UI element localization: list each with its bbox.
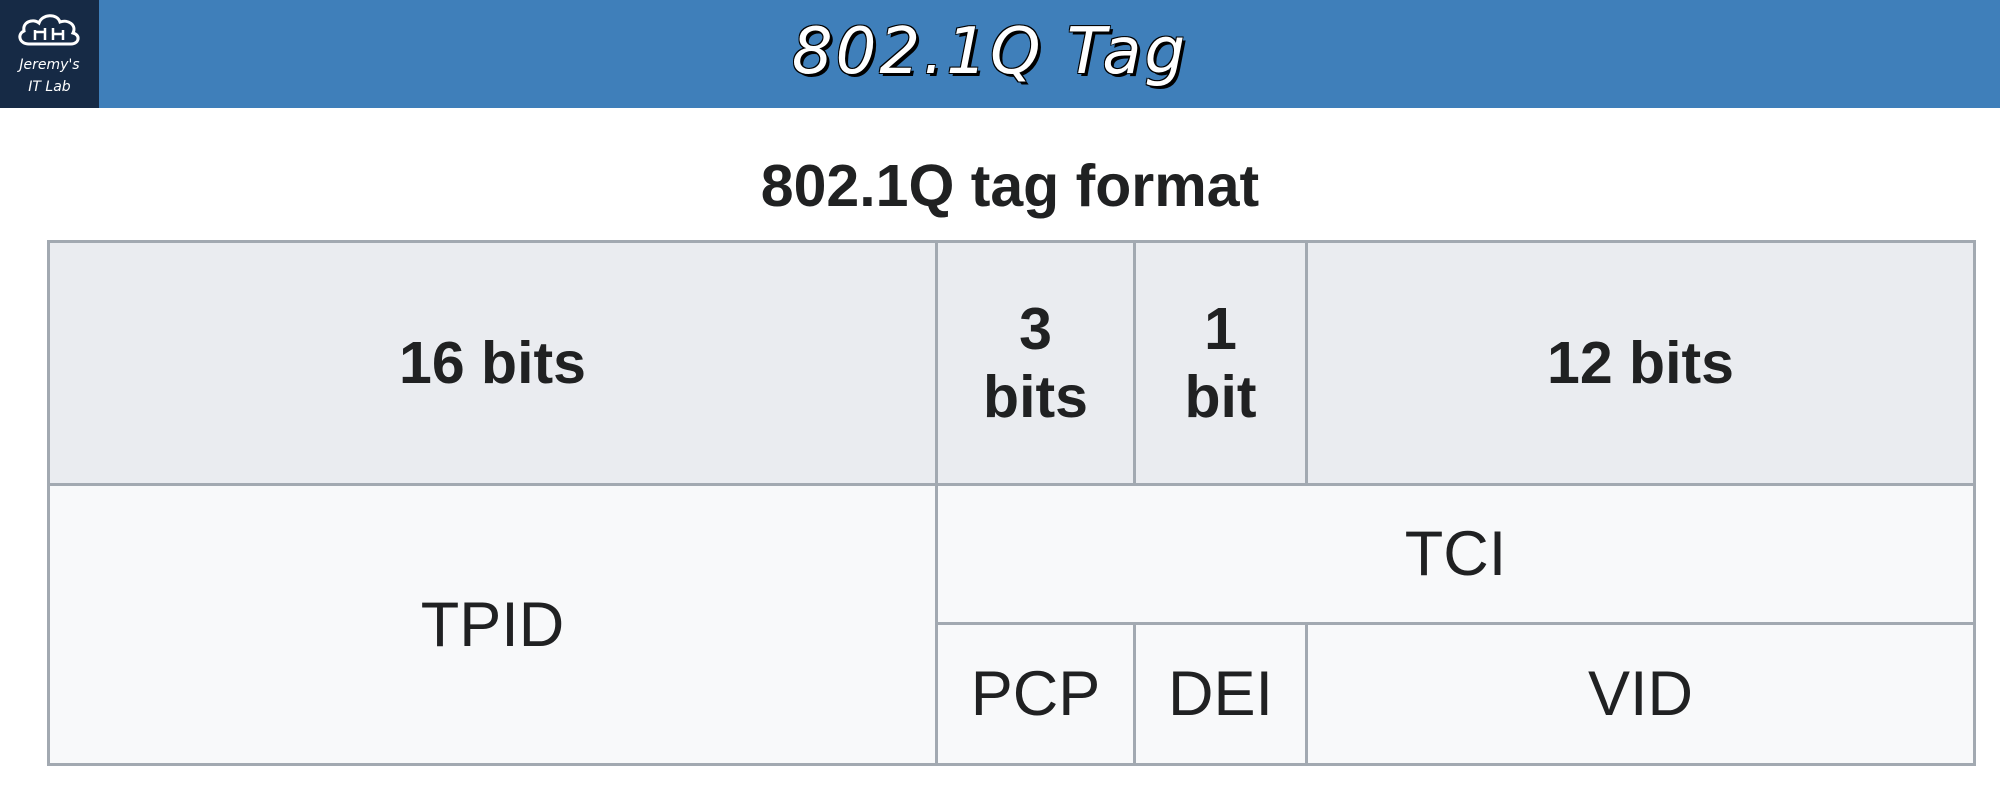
tag-format-table: 16 bits 3 bits 1 bit 12 bits TPID TCI PCP …: [47, 240, 1976, 766]
tci-row: TPID TCI: [47, 483, 1976, 766]
tpid-cell: TPID: [47, 483, 938, 766]
dei-bits-label: 1 bit: [1184, 296, 1257, 430]
slide: Jeremy's IT Lab 802.1Q Tag 802.1Q tag fo…: [0, 0, 2000, 786]
slide-title: 802.1Q Tag: [791, 15, 1189, 89]
table-caption: 802.1Q tag format: [760, 153, 1260, 219]
title-bar: Jeremy's IT Lab 802.1Q Tag: [0, 0, 2000, 108]
pcp-cell: PCP: [935, 622, 1136, 766]
pcp-bits-label: 3 bits: [983, 296, 1088, 430]
vid-bits-cell: 12 bits: [1305, 240, 1976, 486]
pcp-bits-cell: 3 bits: [935, 240, 1136, 486]
tci-cell: TCI: [935, 483, 1976, 625]
vid-bits-label: 12 bits: [1547, 330, 1734, 396]
tpid-bits-label: 16 bits: [399, 330, 586, 396]
bit-widths-row: 16 bits 3 bits 1 bit 12 bits: [47, 240, 1976, 486]
tpid-bits-cell: 16 bits: [47, 240, 938, 486]
dei-bits-cell: 1 bit: [1133, 240, 1308, 486]
vid-cell: VID: [1305, 622, 1976, 766]
dei-cell: DEI: [1133, 622, 1308, 766]
